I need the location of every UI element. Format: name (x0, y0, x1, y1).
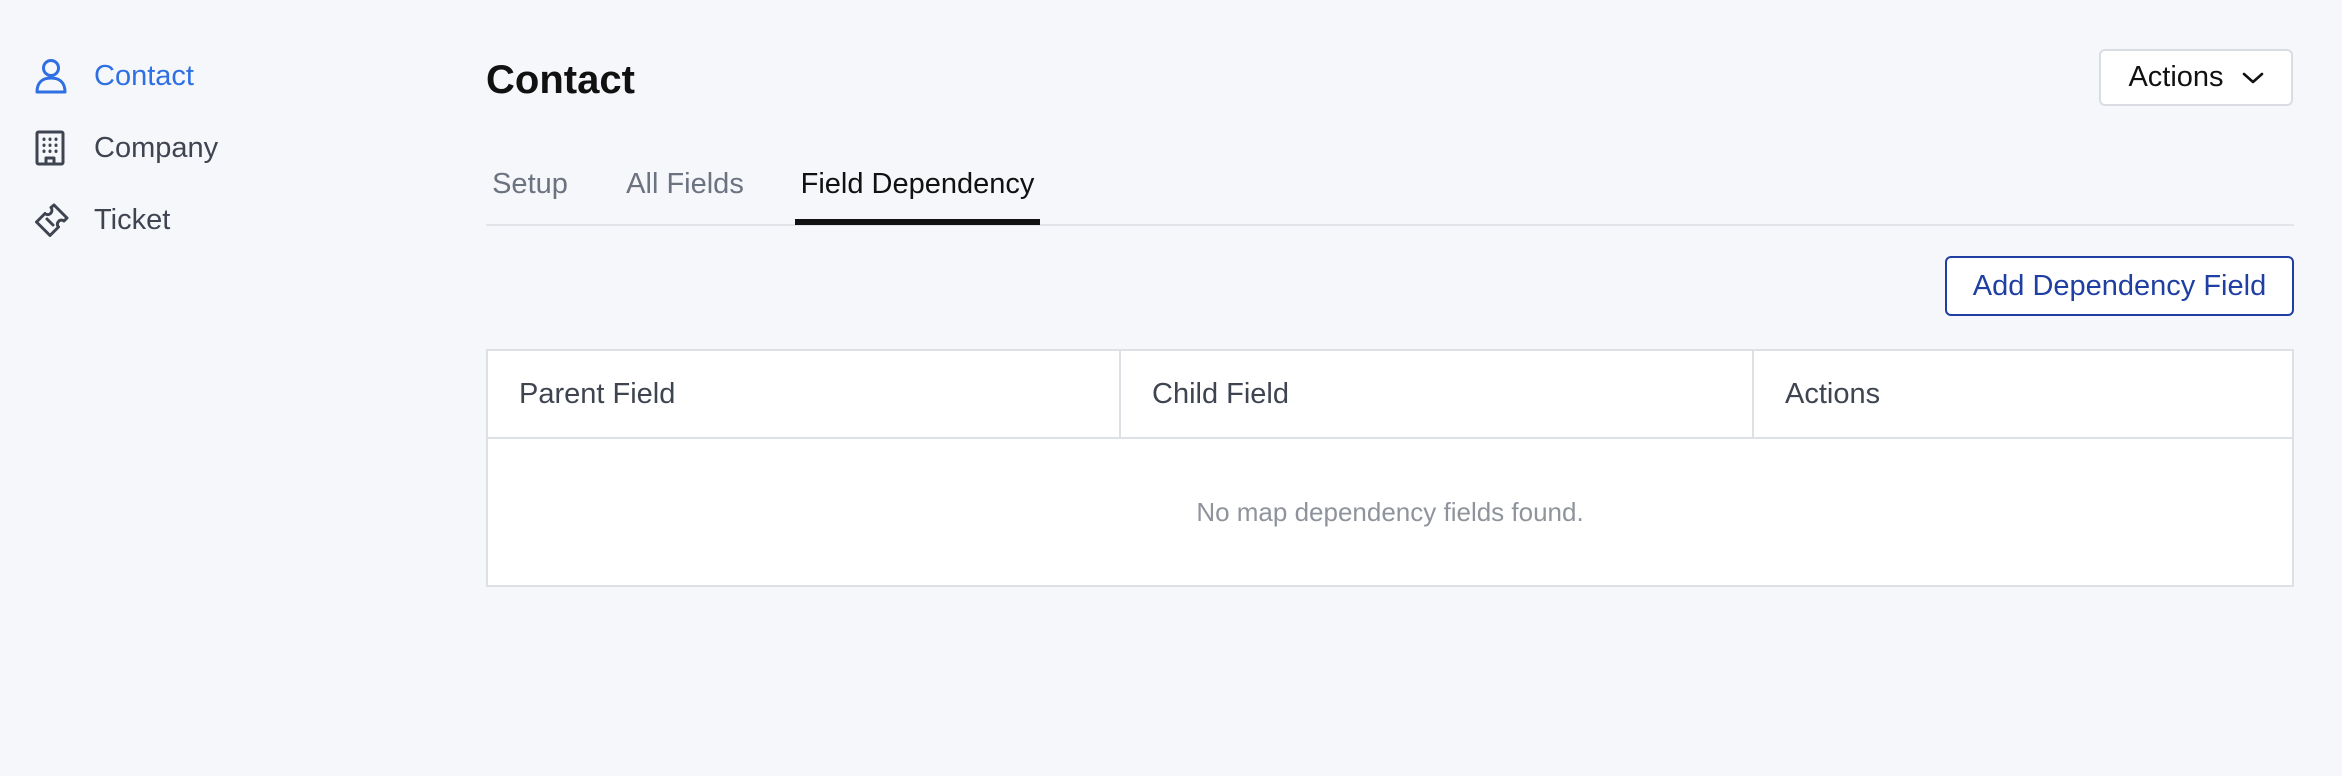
sidebar-item-label: Contact (94, 59, 194, 92)
sidebar-item-company[interactable]: Company (34, 128, 218, 168)
column-header-child-field: Child Field (1121, 351, 1754, 437)
sidebar-item-ticket[interactable]: Ticket (34, 200, 170, 240)
user-icon (34, 56, 74, 96)
actions-dropdown-label: Actions (2128, 61, 2224, 93)
dependency-table: Parent Field Child Field Actions No map … (486, 349, 2294, 587)
column-header-actions: Actions (1785, 378, 1881, 410)
add-dependency-field-button[interactable]: Add Dependency Field (1945, 256, 2294, 316)
sidebar: Contact Company Ticket (0, 0, 440, 776)
sidebar-item-contact[interactable]: Contact (34, 56, 194, 96)
table-header: Parent Field Child Field Actions (488, 351, 2292, 439)
page-title: Contact (486, 58, 635, 102)
empty-state-message: No map dependency fields found. (1196, 497, 1584, 527)
active-tab-indicator (795, 219, 1040, 225)
tab-field-dependency[interactable]: Field Dependency (795, 150, 1040, 224)
tab-setup[interactable]: Setup (490, 150, 570, 224)
actions-dropdown-button[interactable]: Actions (2099, 49, 2293, 106)
tab-bar: Setup All Fields Field Dependency (486, 150, 2294, 226)
chevron-down-icon (2242, 71, 2264, 85)
sidebar-item-label: Ticket (94, 203, 171, 236)
sidebar-item-label: Company (94, 131, 219, 164)
building-icon (34, 128, 74, 168)
ticket-icon (34, 200, 74, 240)
column-header-parent-field: Parent Field (488, 351, 1121, 437)
tab-all-fields[interactable]: All Fields (622, 150, 748, 224)
